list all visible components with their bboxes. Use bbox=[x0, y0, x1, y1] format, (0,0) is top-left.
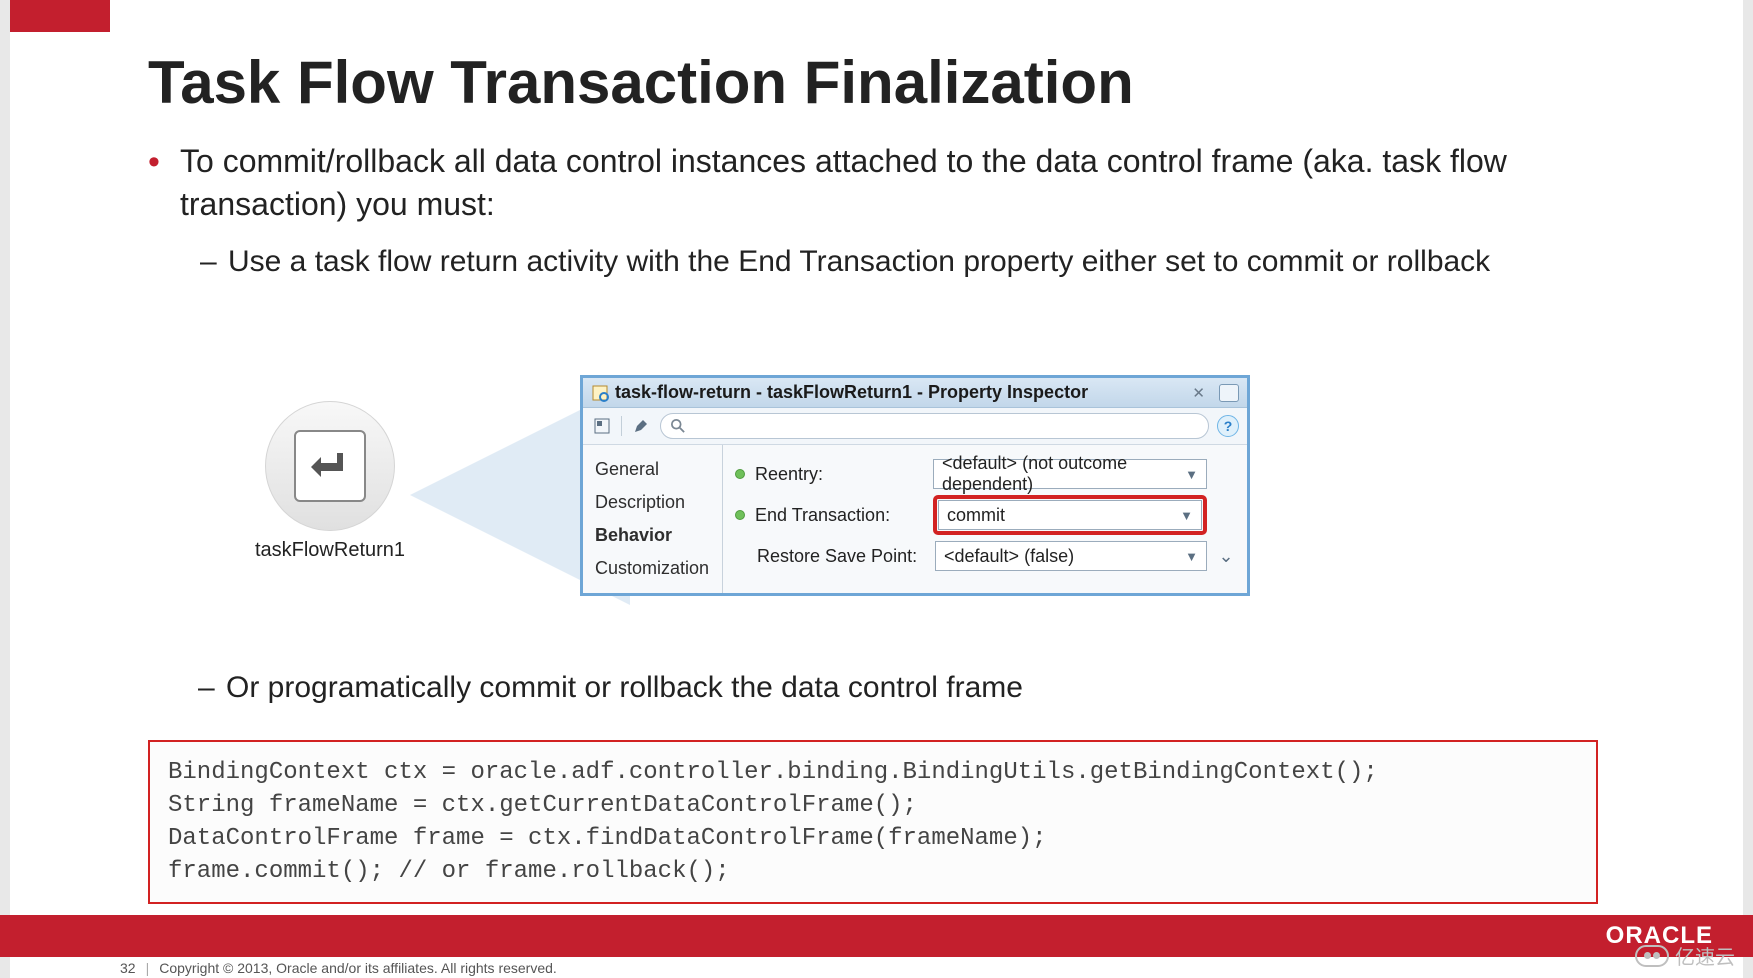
inspector-tabs: General Description Behavior Customizati… bbox=[583, 445, 723, 593]
code-line-4: frame.commit(); // or frame.rollback(); bbox=[168, 858, 730, 885]
slide-content: To commit/rollback all data control inst… bbox=[148, 140, 1663, 289]
inspector-title-icon bbox=[591, 384, 609, 402]
prop-endtx-label: End Transaction: bbox=[755, 505, 923, 526]
toolbar-separator bbox=[621, 416, 622, 436]
prop-reentry-row: Reentry: <default> (not outcome dependen… bbox=[735, 459, 1235, 489]
bullet-sub-1: Use a task flow return activity with the… bbox=[180, 242, 1663, 281]
tab-behavior[interactable]: Behavior bbox=[583, 519, 722, 552]
edit-icon[interactable] bbox=[630, 415, 652, 437]
code-line-3: DataControlFrame frame = ctx.findDataCon… bbox=[168, 825, 1047, 852]
property-inspector-panel: task-flow-return - taskFlowReturn1 - Pro… bbox=[580, 375, 1250, 596]
activity-label: taskFlowReturn1 bbox=[255, 539, 405, 562]
bullet-main: To commit/rollback all data control inst… bbox=[148, 140, 1663, 281]
figure-row: taskFlowReturn1 task-flow-return - taskF… bbox=[250, 380, 1360, 650]
watermark-icon bbox=[1635, 945, 1669, 967]
bullet-sub-2-text: Or programatically commit or rollback th… bbox=[226, 671, 1023, 704]
copyright-text: Copyright © 2013, Oracle and/or its affi… bbox=[159, 960, 557, 976]
prop-reentry-value: <default> (not outcome dependent) bbox=[942, 453, 1185, 495]
dropdown-extra-icon[interactable]: ⌄ bbox=[1217, 546, 1235, 567]
watermark: 亿速云 bbox=[1635, 941, 1735, 970]
set-marker-icon bbox=[735, 469, 745, 479]
bullet-sub-2-container: Or programatically commit or rollback th… bbox=[178, 668, 1663, 707]
prop-restore-label: Restore Save Point: bbox=[757, 546, 925, 567]
search-icon bbox=[671, 419, 685, 433]
tab-customization[interactable]: Customization bbox=[583, 552, 722, 585]
prop-restore-value: <default> (false) bbox=[944, 546, 1074, 567]
activity-circle-bg bbox=[265, 401, 395, 531]
activity-node: taskFlowReturn1 bbox=[250, 396, 410, 566]
prop-endtx-select[interactable]: commit ▼ bbox=[938, 500, 1202, 530]
highlight-box: commit ▼ bbox=[933, 495, 1207, 535]
inspector-properties: Reentry: <default> (not outcome dependen… bbox=[723, 445, 1247, 593]
footer-stripe: ORACLE bbox=[0, 915, 1753, 957]
inspector-toolbar: ? bbox=[583, 408, 1247, 445]
chevron-down-icon: ▼ bbox=[1185, 549, 1198, 564]
window-restore-button[interactable] bbox=[1219, 384, 1239, 402]
inspector-search-input[interactable] bbox=[660, 413, 1209, 439]
slide: Task Flow Transaction Finalization To co… bbox=[10, 0, 1743, 978]
code-line-2: String frameName = ctx.getCurrentDataCon… bbox=[168, 792, 917, 819]
help-button[interactable]: ? bbox=[1217, 415, 1239, 437]
chevron-down-icon: ▼ bbox=[1180, 508, 1193, 523]
code-block: BindingContext ctx = oracle.adf.controll… bbox=[148, 740, 1598, 904]
return-activity-icon bbox=[294, 430, 366, 502]
inspector-titlebar: task-flow-return - taskFlowReturn1 - Pro… bbox=[583, 378, 1247, 408]
inspector-body: General Description Behavior Customizati… bbox=[583, 445, 1247, 593]
brand-corner-block bbox=[10, 0, 110, 32]
page-number: 32 bbox=[120, 960, 136, 976]
prop-reentry-label: Reentry: bbox=[755, 464, 923, 485]
set-marker-icon bbox=[735, 510, 745, 520]
footer-separator: | bbox=[146, 960, 150, 976]
code-line-1: BindingContext ctx = oracle.adf.controll… bbox=[168, 759, 1378, 786]
watermark-text: 亿速云 bbox=[1675, 941, 1735, 970]
bullet-sub-2: Or programatically commit or rollback th… bbox=[178, 668, 1663, 707]
prop-reentry-select[interactable]: <default> (not outcome dependent) ▼ bbox=[933, 459, 1207, 489]
find-icon[interactable] bbox=[591, 415, 613, 437]
tab-general[interactable]: General bbox=[583, 453, 722, 486]
slide-title: Task Flow Transaction Finalization bbox=[148, 48, 1134, 117]
prop-endtx-row: End Transaction: commit ▼ bbox=[735, 495, 1235, 535]
prop-endtx-value: commit bbox=[947, 505, 1005, 526]
slide-footer: 32 | Copyright © 2013, Oracle and/or its… bbox=[120, 960, 557, 976]
prop-restore-select[interactable]: <default> (false) ▼ bbox=[935, 541, 1207, 571]
bullet-main-text: To commit/rollback all data control inst… bbox=[180, 143, 1507, 222]
inspector-title-text: task-flow-return - taskFlowReturn1 - Pro… bbox=[615, 382, 1186, 403]
chevron-down-icon: ▼ bbox=[1185, 467, 1198, 482]
bullet-sub-1-text: Use a task flow return activity with the… bbox=[228, 245, 1490, 278]
prop-restore-row: Restore Save Point: <default> (false) ▼ … bbox=[735, 541, 1235, 571]
close-icon[interactable]: ✕ bbox=[1192, 384, 1205, 402]
tab-description[interactable]: Description bbox=[583, 486, 722, 519]
